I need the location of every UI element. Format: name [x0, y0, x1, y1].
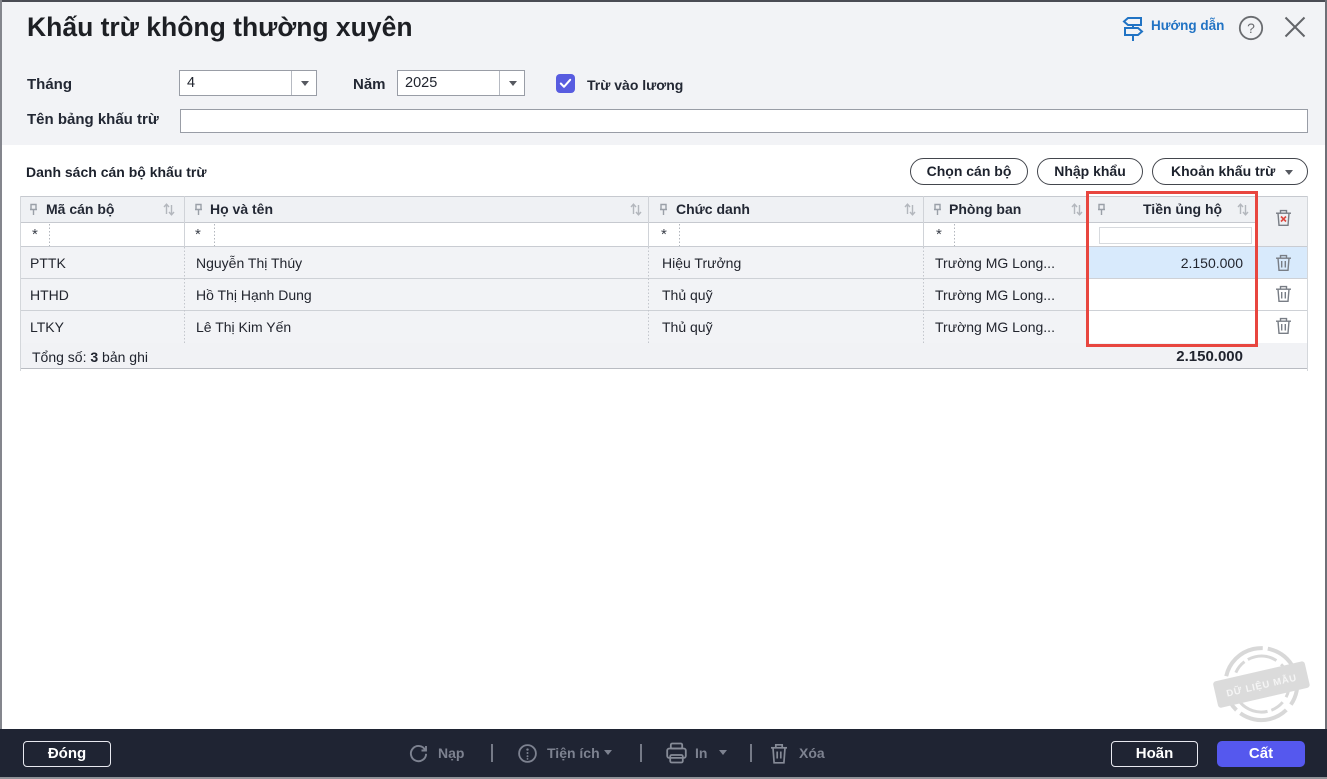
svg-text:?: ?: [1247, 20, 1255, 36]
